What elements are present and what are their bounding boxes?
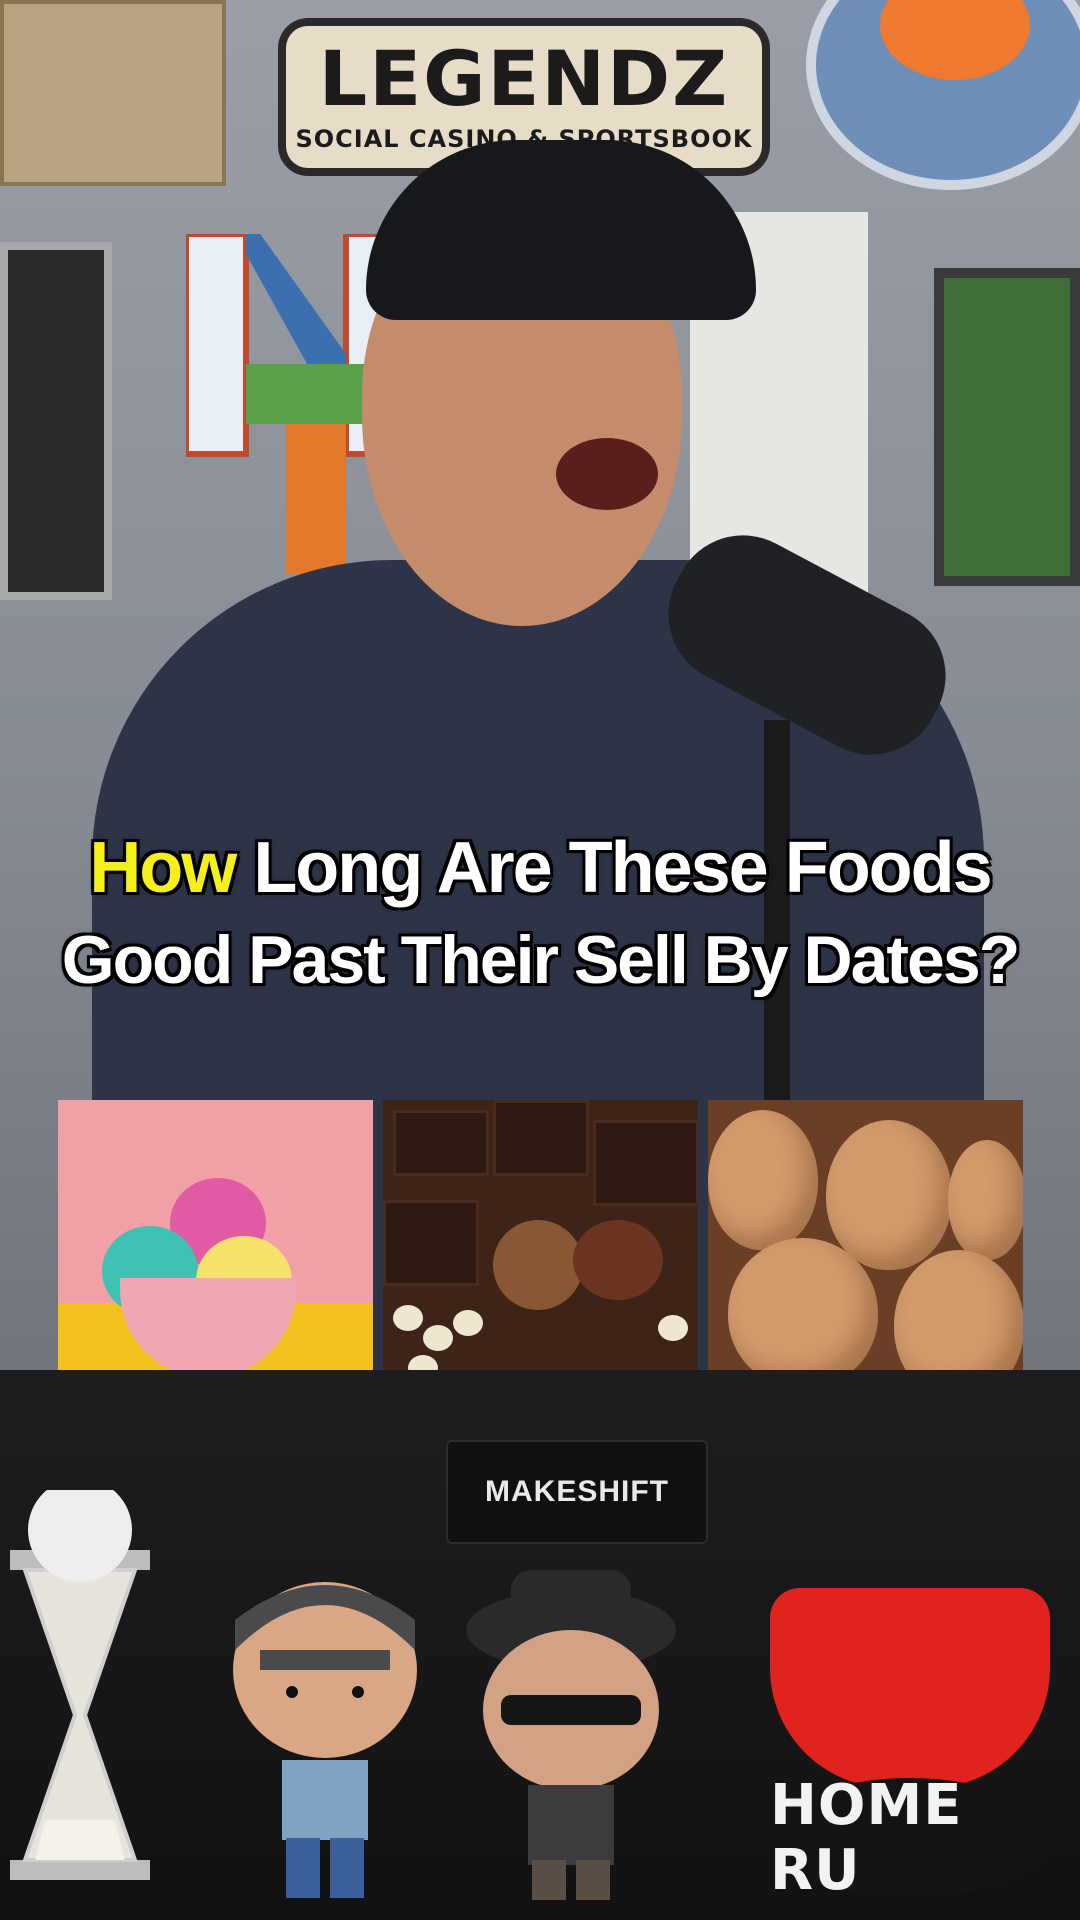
white-chocolate-chip	[423, 1325, 453, 1351]
host-mouth	[556, 438, 658, 510]
sign-title: LEGENDZ	[318, 34, 730, 123]
chocolate-bar	[593, 1120, 698, 1206]
wall-poster	[0, 0, 226, 186]
makeshift-logo-sign: MAKESHIFT	[446, 1440, 708, 1544]
video-frame: LEGENDZ SOCIAL CASINO & SPORTSBOOK How L…	[0, 0, 1080, 1920]
hourglass	[10, 1490, 150, 1880]
egg	[948, 1140, 1023, 1260]
eggs-image	[708, 1100, 1023, 1413]
video-caption: How Long Are These Foods Good Past Their…	[0, 822, 1080, 1006]
makeshift-logo-text: MAKESHIFT	[485, 1475, 669, 1508]
white-chocolate-chip	[658, 1315, 688, 1341]
caption-line-1: How Long Are These Foods	[0, 822, 1080, 914]
cocoa-powder	[573, 1220, 663, 1300]
chocolate-bar	[393, 1110, 489, 1176]
framed-golf-display	[934, 268, 1080, 586]
home-run-base: HOME RU	[770, 1773, 1050, 1903]
egg	[826, 1120, 952, 1270]
cocoa-powder	[493, 1220, 583, 1310]
home-run-base-text: HOME RU	[770, 1773, 963, 1903]
ice-cream-image	[58, 1100, 373, 1413]
egg	[708, 1110, 818, 1250]
framed-photo	[0, 242, 112, 600]
caption-line-1-text: Long Are These Foods	[253, 828, 992, 908]
funko-figure	[466, 1570, 676, 1900]
chocolate-bar	[383, 1200, 479, 1286]
chocolate-bar	[493, 1100, 589, 1176]
caption-line-2: Good Past Their Sell By Dates?	[61, 922, 1020, 998]
white-chocolate-chip	[393, 1305, 423, 1331]
white-chocolate-chip	[453, 1310, 483, 1336]
funko-figure	[233, 1582, 417, 1898]
red-bowl	[770, 1588, 1050, 1788]
egg	[728, 1238, 878, 1388]
caption-highlight-word: How	[89, 828, 237, 908]
chocolate-image	[383, 1100, 698, 1413]
